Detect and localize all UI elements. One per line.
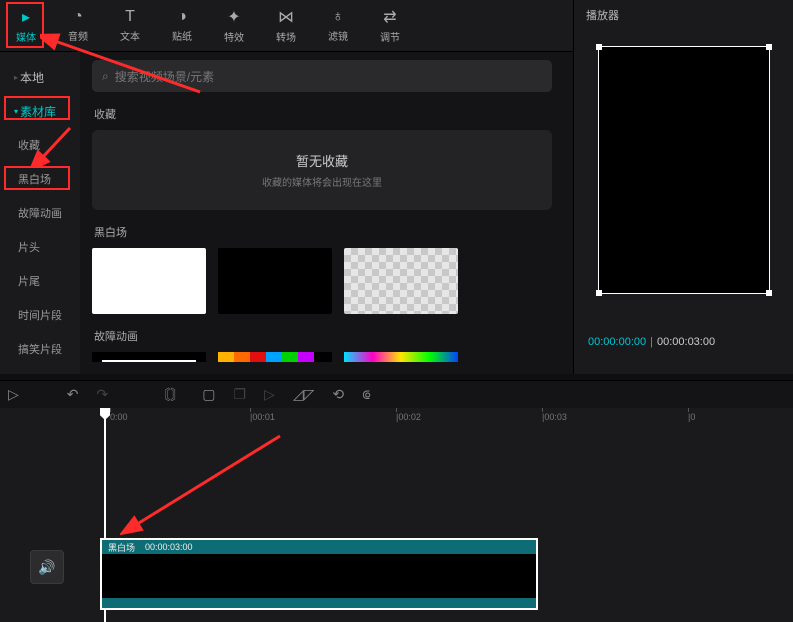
top-sticker[interactable]: ◑ 贴纸 xyxy=(156,0,208,51)
side-library[interactable]: ▾素材库 xyxy=(0,94,80,128)
side-local[interactable]: ▸本地 xyxy=(0,60,80,94)
top-sticker-icon: ◑ xyxy=(177,8,187,26)
mirror-icon[interactable]: ◿◸ xyxy=(293,386,315,403)
search-icon: ⌕ xyxy=(102,69,109,84)
cursor-icon[interactable]: ▷ xyxy=(8,386,19,403)
player-panel: 播放器 00:00:00:00 | 00:00:03:00 xyxy=(573,0,793,374)
copy-icon[interactable]: ❐ xyxy=(233,386,246,403)
ruler-tick: |0 xyxy=(688,412,695,422)
top-text[interactable]: T 文本 xyxy=(104,0,156,51)
side-opening[interactable]: 片头 xyxy=(0,230,80,264)
thumb-glitch-2[interactable] xyxy=(218,352,332,362)
thumb-transparent[interactable] xyxy=(344,248,458,314)
top-filter-icon: ♁ xyxy=(332,8,344,26)
top-adjust-label: 调节 xyxy=(380,29,400,44)
split-icon[interactable]: 〘〙 xyxy=(156,385,184,405)
side-ending[interactable]: 片尾 xyxy=(0,264,80,298)
timeline[interactable]: 0:00 |00:01 |00:02 |00:03 |0 黑白场 00:00:0… xyxy=(0,408,793,622)
player-title: 播放器 xyxy=(574,0,793,28)
side-glitch[interactable]: 故障动画 xyxy=(0,196,80,230)
side-fav[interactable]: 收藏 xyxy=(0,128,80,162)
ruler-tick: |00:01 xyxy=(250,412,275,422)
top-text-icon: T xyxy=(125,8,135,26)
top-adjust-icon: ⇄ xyxy=(383,7,396,27)
play-icon[interactable]: ▷ xyxy=(264,386,275,403)
top-transition-label: 转场 xyxy=(276,29,296,44)
player-duration: 00:00:03:00 xyxy=(657,336,715,348)
side-bwfield[interactable]: 黑白场 xyxy=(0,162,80,196)
thumb-glitch-3[interactable] xyxy=(344,352,458,362)
timeline-clip[interactable]: 黑白场 00:00:03:00 xyxy=(100,538,538,610)
side-funny[interactable]: 搞笑片段 xyxy=(0,332,80,366)
fav-empty-title: 暂无收藏 xyxy=(296,151,348,170)
sidebar: ▸本地 ▾素材库 收藏黑白场故障动画片头片尾时间片段搞笑片段 xyxy=(0,52,80,374)
top-effect[interactable]: ✦ 特效 xyxy=(208,0,260,51)
side-library-label: 素材库 xyxy=(20,103,56,120)
top-sticker-label: 贴纸 xyxy=(172,28,192,43)
player-timecode: 00:00:00:00 | 00:00:03:00 xyxy=(574,294,793,348)
top-text-label: 文本 xyxy=(120,28,140,43)
top-audio-icon: ◔ xyxy=(73,8,83,26)
redo-icon[interactable]: ↷ xyxy=(97,386,109,403)
top-filter-label: 滤镜 xyxy=(328,28,348,43)
side-local-label: 本地 xyxy=(20,69,44,86)
crop-icon[interactable]: ⟃ xyxy=(362,386,370,403)
time-separator: | xyxy=(650,336,653,348)
mute-button[interactable]: 🔊 xyxy=(30,550,64,584)
top-media[interactable]: ▸ 媒体 xyxy=(0,0,52,51)
ruler-tick: |00:02 xyxy=(396,412,421,422)
ruler-tick: 0:00 xyxy=(110,412,128,422)
timeline-ruler: 0:00 |00:01 |00:02 |00:03 |0 xyxy=(100,408,783,428)
delete-icon[interactable]: ▢ xyxy=(202,386,215,403)
thumb-white[interactable] xyxy=(92,248,206,314)
fav-empty-sub: 收藏的媒体将会出现在这里 xyxy=(262,174,382,189)
thumb-glitch-1[interactable] xyxy=(92,352,206,362)
undo-icon[interactable]: ↶ xyxy=(67,386,79,403)
clip-duration: 00:00:03:00 xyxy=(145,542,193,552)
top-effect-icon: ✦ xyxy=(227,7,240,27)
speaker-icon: 🔊 xyxy=(38,559,55,576)
top-adjust[interactable]: ⇄ 调节 xyxy=(364,0,416,51)
favorites-empty: 暂无收藏 收藏的媒体将会出现在这里 xyxy=(92,130,552,210)
player-canvas[interactable] xyxy=(598,46,770,294)
timeline-toolbar: ▷ ↶ ↷ 〘〙 ▢ ❐ ▷ ◿◸ ⟲ ⟃ xyxy=(0,380,793,408)
search-input[interactable]: ⌕ 搜索视频场景/元素 xyxy=(92,60,552,92)
ruler-tick: |00:03 xyxy=(542,412,567,422)
player-current-time: 00:00:00:00 xyxy=(588,336,646,348)
top-transition-icon: ⋈ xyxy=(278,7,294,27)
top-effect-label: 特效 xyxy=(224,29,244,44)
side-timeclip[interactable]: 时间片段 xyxy=(0,298,80,332)
thumb-black[interactable] xyxy=(218,248,332,314)
top-audio[interactable]: ◔ 音频 xyxy=(52,0,104,51)
top-transition[interactable]: ⋈ 转场 xyxy=(260,0,312,51)
top-audio-label: 音频 xyxy=(68,28,88,43)
top-media-label: 媒体 xyxy=(16,29,36,44)
top-media-icon: ▸ xyxy=(22,7,30,27)
rotate-icon[interactable]: ⟲ xyxy=(332,386,344,403)
clip-name: 黑白场 xyxy=(108,541,135,554)
top-filter[interactable]: ♁ 滤镜 xyxy=(312,0,364,51)
search-placeholder: 搜索视频场景/元素 xyxy=(115,68,214,85)
